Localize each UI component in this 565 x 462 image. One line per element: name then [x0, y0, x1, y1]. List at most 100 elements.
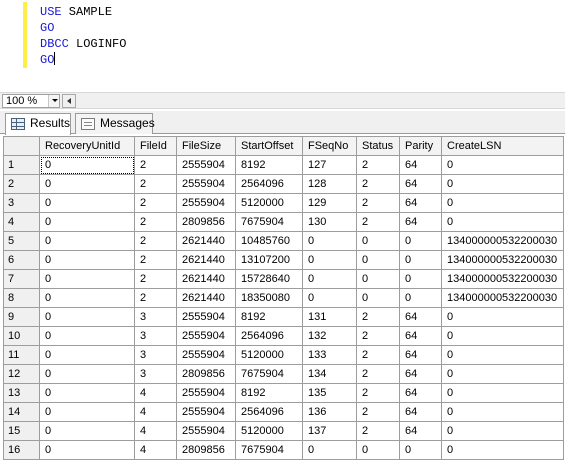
- grid-cell[interactable]: 7675904: [235, 364, 303, 384]
- grid-cell[interactable]: 8192: [235, 383, 303, 403]
- table-row[interactable]: 14 0 4 2555904 2564096 136 2 64 0: [3, 402, 564, 422]
- grid-cell[interactable]: 64: [399, 326, 442, 346]
- code-line[interactable]: DBCC LOGINFO: [40, 36, 126, 52]
- grid-cell[interactable]: 0: [441, 212, 564, 232]
- grid-cell[interactable]: 7675904: [235, 212, 303, 232]
- grid-cell[interactable]: 8192: [235, 155, 303, 175]
- table-row[interactable]: 5 0 2 2621440 10485760 0 0 0 134000000532200030: [3, 231, 564, 251]
- grid-cell[interactable]: 3: [134, 345, 177, 365]
- row-number[interactable]: 14: [3, 402, 40, 422]
- grid-cell[interactable]: 0: [302, 288, 357, 308]
- column-header[interactable]: StartOffset: [235, 136, 303, 156]
- row-number[interactable]: 5: [3, 231, 40, 251]
- grid-cell[interactable]: 129: [302, 193, 357, 213]
- code-line[interactable]: USE SAMPLE: [40, 4, 112, 20]
- grid-cell[interactable]: 132: [302, 326, 357, 346]
- grid-cell[interactable]: 64: [399, 364, 442, 384]
- table-row[interactable]: 10 0 3 2555904 2564096 132 2 64 0: [3, 326, 564, 346]
- grid-cell[interactable]: 0: [39, 231, 135, 251]
- grid-cell[interactable]: 2: [356, 421, 400, 441]
- results-grid[interactable]: RecoveryUnitId FileId FileSize StartOffs…: [0, 135, 565, 462]
- grid-cell[interactable]: 2: [134, 250, 177, 270]
- query-editor[interactable]: USE SAMPLE GO DBCC LOGINFO GO: [0, 0, 565, 90]
- grid-cell[interactable]: 64: [399, 345, 442, 365]
- grid-cell[interactable]: 0: [39, 364, 135, 384]
- grid-cell[interactable]: 0: [39, 250, 135, 270]
- grid-cell[interactable]: 0: [39, 269, 135, 289]
- row-number[interactable]: 8: [3, 288, 40, 308]
- grid-cell[interactable]: 0: [39, 345, 135, 365]
- grid-cell[interactable]: 2: [356, 307, 400, 327]
- table-row[interactable]: 4 0 2 2809856 7675904 130 2 64 0: [3, 212, 564, 232]
- grid-cell[interactable]: 0: [441, 155, 564, 175]
- grid-cell[interactable]: 0: [356, 250, 400, 270]
- grid-cell[interactable]: 0: [302, 231, 357, 251]
- grid-cell[interactable]: 134000000532200030: [441, 231, 564, 251]
- table-row[interactable]: 7 0 2 2621440 15728640 0 0 0 134000000532200030: [3, 269, 564, 289]
- column-header[interactable]: Status: [356, 136, 400, 156]
- grid-cell[interactable]: 8192: [235, 307, 303, 327]
- table-row[interactable]: 13 0 4 2555904 8192 135 2 64 0: [3, 383, 564, 403]
- grid-cell[interactable]: 0: [39, 288, 135, 308]
- grid-cell[interactable]: 64: [399, 155, 442, 175]
- row-number[interactable]: 10: [3, 326, 40, 346]
- grid-cell[interactable]: 127: [302, 155, 357, 175]
- grid-cell[interactable]: 2555904: [176, 402, 236, 422]
- grid-cell[interactable]: 0: [39, 326, 135, 346]
- grid-cell[interactable]: 10485760: [235, 231, 303, 251]
- grid-cell[interactable]: 7675904: [235, 440, 303, 460]
- column-header[interactable]: FileId: [134, 136, 177, 156]
- grid-cell[interactable]: 0: [399, 269, 442, 289]
- grid-cell[interactable]: 0: [302, 269, 357, 289]
- grid-cell[interactable]: 5120000: [235, 193, 303, 213]
- grid-cell[interactable]: 2555904: [176, 193, 236, 213]
- column-header[interactable]: RecoveryUnitId: [39, 136, 135, 156]
- grid-cell[interactable]: 0: [356, 440, 400, 460]
- grid-cell[interactable]: 131: [302, 307, 357, 327]
- row-number[interactable]: 15: [3, 421, 40, 441]
- grid-cell[interactable]: 2564096: [235, 326, 303, 346]
- row-number[interactable]: 12: [3, 364, 40, 384]
- table-row[interactable]: 3 0 2 2555904 5120000 129 2 64 0: [3, 193, 564, 213]
- grid-cell[interactable]: 0: [39, 421, 135, 441]
- grid-cell[interactable]: 0: [39, 440, 135, 460]
- grid-cell[interactable]: 0: [441, 364, 564, 384]
- grid-cell[interactable]: 4: [134, 421, 177, 441]
- row-number[interactable]: 6: [3, 250, 40, 270]
- grid-cell[interactable]: 0: [441, 193, 564, 213]
- table-row[interactable]: 15 0 4 2555904 5120000 137 2 64 0: [3, 421, 564, 441]
- grid-cell[interactable]: 2555904: [176, 383, 236, 403]
- row-number[interactable]: 7: [3, 269, 40, 289]
- grid-cell[interactable]: 0: [302, 250, 357, 270]
- grid-cell[interactable]: 2809856: [176, 440, 236, 460]
- grid-cell[interactable]: 2: [134, 231, 177, 251]
- grid-cell[interactable]: 2: [356, 212, 400, 232]
- grid-cell[interactable]: 0: [39, 402, 135, 422]
- tab-messages[interactable]: Messages: [75, 113, 155, 134]
- grid-cell[interactable]: 2555904: [176, 155, 236, 175]
- row-number[interactable]: 9: [3, 307, 40, 327]
- grid-cell[interactable]: 2621440: [176, 231, 236, 251]
- grid-cell[interactable]: 2555904: [176, 307, 236, 327]
- grid-cell[interactable]: 0: [399, 231, 442, 251]
- grid-cell[interactable]: 0: [302, 440, 357, 460]
- grid-cell[interactable]: 137: [302, 421, 357, 441]
- table-row[interactable]: 12 0 3 2809856 7675904 134 2 64 0: [3, 364, 564, 384]
- grid-cell[interactable]: 134000000532200030: [441, 269, 564, 289]
- row-number[interactable]: 1: [3, 155, 40, 175]
- table-row[interactable]: 16 0 4 2809856 7675904 0 0 0 0: [3, 440, 564, 460]
- grid-cell[interactable]: 5120000: [235, 421, 303, 441]
- grid-cell[interactable]: 15728640: [235, 269, 303, 289]
- grid-cell[interactable]: 64: [399, 212, 442, 232]
- grid-cell[interactable]: 2: [134, 193, 177, 213]
- grid-cell[interactable]: 0: [39, 174, 135, 194]
- grid-cell[interactable]: 0: [399, 250, 442, 270]
- grid-cell[interactable]: 134000000532200030: [441, 250, 564, 270]
- column-header[interactable]: FileSize: [176, 136, 236, 156]
- grid-corner[interactable]: [3, 136, 40, 156]
- grid-cell[interactable]: 64: [399, 421, 442, 441]
- row-number[interactable]: 2: [3, 174, 40, 194]
- grid-cell[interactable]: 0: [356, 231, 400, 251]
- grid-cell[interactable]: 2621440: [176, 250, 236, 270]
- grid-cell[interactable]: 2: [356, 326, 400, 346]
